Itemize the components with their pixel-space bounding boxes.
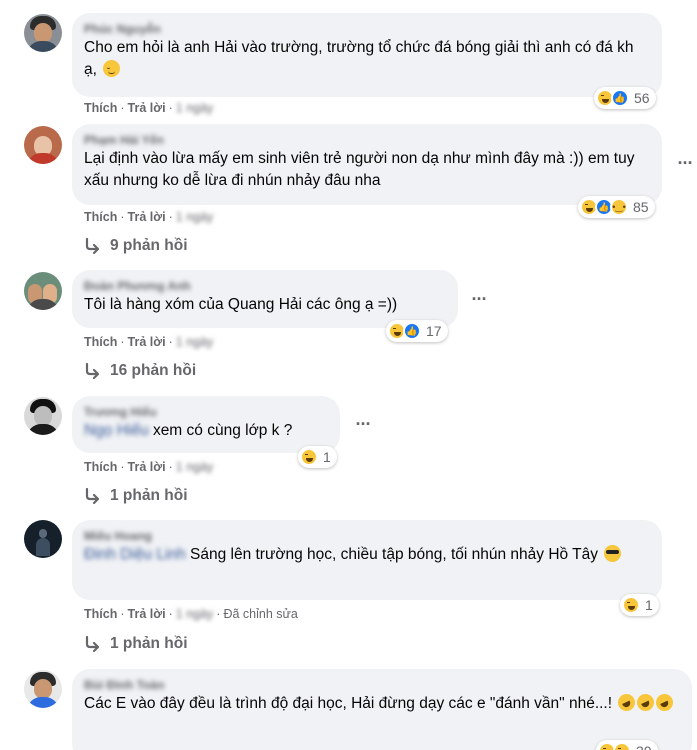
reaction-count: 85 (633, 199, 649, 215)
more-options-icon[interactable]: ··· (468, 290, 490, 314)
reaction-count: 17 (426, 323, 442, 339)
sad-reaction-icon: •‿• (610, 198, 628, 216)
timestamp[interactable]: 1 ngày (176, 101, 214, 115)
view-replies-button[interactable]: 9 phản hồi (84, 236, 188, 256)
like-reaction-icon: 👍 (611, 89, 629, 107)
reply-link[interactable]: Trả lời (128, 335, 166, 349)
reaction-summary[interactable]: 👍 17 (386, 320, 448, 342)
replies-count-label: 16 phản hồi (110, 362, 197, 379)
comment-text: Cho em hỏi là anh Hải vào trường, trường… (84, 39, 634, 78)
comment-text: Các E vào đây đều là trình độ đại học, H… (84, 691, 680, 715)
timestamp[interactable]: 1 ngày (176, 335, 214, 349)
mention-tag[interactable]: Đinh Diệu Linh (84, 546, 186, 563)
avatar[interactable] (24, 14, 62, 52)
avatar[interactable] (24, 397, 62, 435)
view-replies-button[interactable]: 1 phản hồi (84, 634, 188, 654)
timestamp[interactable]: 1 ngày (176, 210, 214, 224)
edited-label: Đã chỉnh sửa (223, 607, 298, 621)
comment-bubble: Phạm Hải Yến Lại định vào lừa mấy em sin… (72, 124, 662, 205)
reply-arrow-icon (85, 362, 100, 380)
reaction-count: 1 (645, 597, 653, 613)
reaction-count: 1 (323, 449, 331, 465)
haha-reaction-icon (300, 448, 318, 466)
comment-text: Ngọ Hiếu xem có cùng lớp k ? (84, 422, 293, 439)
comment-text: Lại định vào lừa mấy em sinh viên trẻ ng… (84, 150, 635, 189)
like-link[interactable]: Thích (84, 101, 117, 115)
rofl-face-icon (653, 691, 677, 714)
view-replies-button[interactable]: 16 phản hồi (84, 361, 196, 381)
comment-bubble: Phúc Nguyễn Cho em hỏi là anh Hải vào tr… (72, 13, 662, 97)
reaction-count: 56 (634, 90, 650, 106)
reply-arrow-icon (85, 635, 100, 653)
avatar[interactable] (24, 670, 62, 708)
comment-text: Đinh Diệu Linh Sáng lên trường học, chiề… (84, 544, 650, 566)
reaction-summary[interactable]: 1 (298, 446, 337, 468)
replies-count-label: 1 phản hồi (110, 635, 188, 652)
reply-arrow-icon (85, 237, 100, 255)
comment-author[interactable]: Bùi Đình Toàn (84, 677, 680, 693)
haha-reaction-icon (622, 596, 640, 614)
reaction-summary[interactable]: 👍 •‿• 85 (578, 196, 655, 218)
avatar[interactable] (24, 272, 62, 310)
like-link[interactable]: Thích (84, 335, 117, 349)
reaction-summary[interactable]: 1 (620, 594, 659, 616)
comment-author[interactable]: Phạm Hải Yến (84, 132, 650, 148)
timestamp[interactable]: 1 ngày (176, 607, 214, 621)
avatar[interactable] (24, 520, 62, 558)
comment-text: Tôi là hàng xóm của Quang Hải các ông ạ … (84, 296, 398, 313)
reaction-summary[interactable]: 👍 56 (594, 87, 656, 109)
like-reaction-icon: 👍 (403, 322, 421, 340)
like-link[interactable]: Thích (84, 210, 117, 224)
comment-bubble: Bùi Đình Toàn Các E vào đây đều là trình… (72, 669, 692, 750)
view-replies-button[interactable]: 1 phản hồi (84, 486, 188, 506)
replies-count-label: 1 phản hồi (110, 487, 188, 504)
reply-link[interactable]: Trả lời (128, 607, 166, 621)
rofl-face-icon (634, 691, 658, 714)
comment-actions: Thích · Trả lời · 1 ngày (84, 101, 214, 115)
comment-actions: Thích · Trả lời · 1 ngày (84, 335, 214, 349)
comment-author[interactable]: Phúc Nguyễn (84, 21, 650, 37)
comment-author[interactable]: Đoàn Phương Anh (84, 278, 446, 294)
reply-arrow-icon (85, 487, 100, 505)
comment-actions: Thích · Trả lời · 1 ngày · Đã chỉnh sửa (84, 607, 298, 621)
avatar[interactable] (24, 126, 62, 164)
sunglasses-face-icon (604, 545, 622, 562)
rofl-face-icon (615, 691, 639, 714)
reaction-count: 30 (636, 743, 652, 750)
more-options-icon[interactable]: ··· (674, 154, 696, 178)
haha-reaction-icon (613, 742, 631, 750)
comment-actions: Thích · Trả lời · 1 ngày (84, 210, 214, 224)
replies-count-label: 9 phản hồi (110, 237, 188, 254)
reply-link[interactable]: Trả lời (128, 460, 166, 474)
reaction-summary[interactable]: 30 (596, 740, 658, 750)
relieved-face-icon (103, 60, 121, 77)
comment-actions: Thích · Trả lời · 1 ngày (84, 460, 214, 474)
comment-bubble: Trương Hiếu Ngọ Hiếu xem có cùng lớp k ? (72, 396, 340, 453)
timestamp[interactable]: 1 ngày (176, 460, 214, 474)
comment-author[interactable]: Trương Hiếu (84, 404, 328, 420)
reply-link[interactable]: Trả lời (128, 210, 166, 224)
reply-link[interactable]: Trả lời (128, 101, 166, 115)
mention-tag[interactable]: Ngọ Hiếu (84, 422, 149, 439)
more-options-icon[interactable]: ··· (352, 415, 374, 439)
comment-author[interactable]: Miêu Hoang (84, 528, 650, 544)
comment-bubble: Miêu Hoang Đinh Diệu Linh Sáng lên trườn… (72, 520, 662, 600)
like-link[interactable]: Thích (84, 607, 117, 621)
like-link[interactable]: Thích (84, 460, 117, 474)
